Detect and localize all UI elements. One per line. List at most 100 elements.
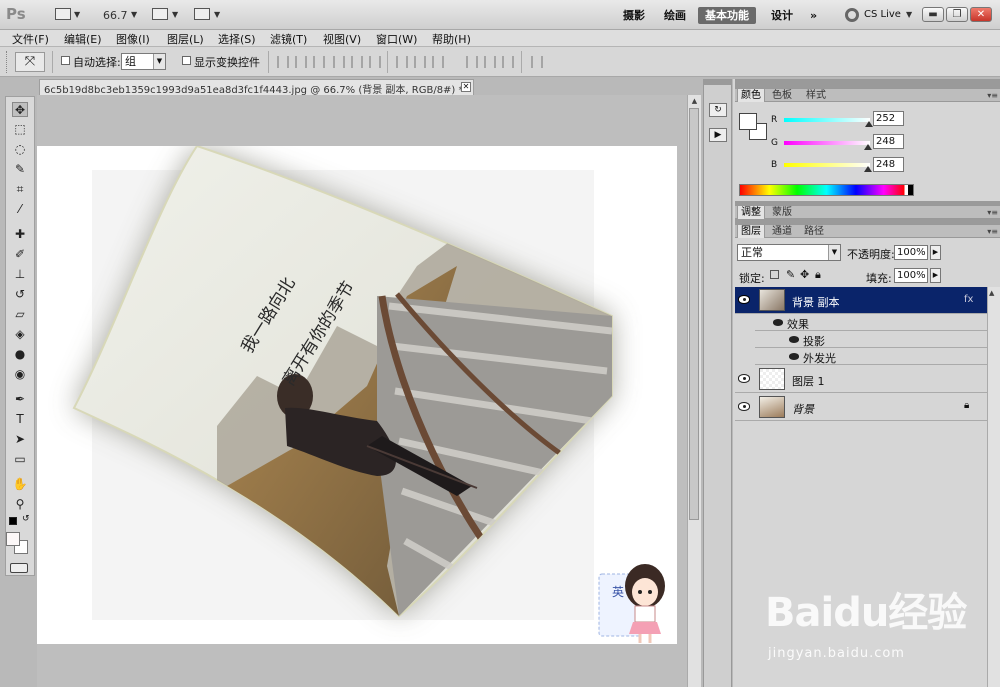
marquee-tool-icon[interactable]: ⬚ bbox=[12, 122, 28, 137]
document-canvas[interactable]: 我一路向北 离开有你的季节 英 bbox=[37, 144, 677, 644]
color-panel-foreground-swatch[interactable] bbox=[739, 113, 757, 130]
tab-channels[interactable]: 通道 bbox=[769, 225, 795, 238]
move-tool-preset-icon[interactable]: ⤧ bbox=[15, 52, 45, 72]
path-selection-tool-icon[interactable]: ➤ bbox=[12, 432, 28, 447]
align-vertical-center-icon[interactable] bbox=[295, 56, 307, 68]
lock-all-icon[interactable]: 🔒︎ bbox=[815, 268, 821, 282]
move-tool-icon[interactable]: ✥ bbox=[12, 102, 28, 117]
foreground-color-swatch[interactable] bbox=[6, 532, 20, 546]
scroll-up-arrow[interactable]: ▲ bbox=[989, 289, 994, 297]
chevron-down-icon[interactable]: ▼ bbox=[906, 10, 912, 19]
red-slider[interactable] bbox=[784, 118, 870, 122]
chevron-down-icon[interactable]: ▼ bbox=[74, 10, 80, 19]
shape-tool-icon[interactable]: ▭ bbox=[12, 452, 28, 467]
zoom-level[interactable]: 66.7 bbox=[103, 9, 128, 22]
visibility-eye-icon[interactable] bbox=[789, 353, 799, 360]
distribute-vertical-center-icon[interactable] bbox=[414, 56, 426, 68]
lock-image-pixels-icon[interactable]: ✎ bbox=[786, 268, 795, 281]
show-transform-checkbox[interactable] bbox=[182, 56, 191, 65]
opacity-input[interactable]: 100% bbox=[894, 245, 928, 260]
align-left-icon[interactable] bbox=[333, 56, 345, 68]
document-tab[interactable]: 6c5b19d8bc3eb1359c1993d9a51ea8d3fc1f4443… bbox=[39, 79, 474, 96]
quick-selection-tool-icon[interactable]: ✎ bbox=[12, 162, 28, 177]
tab-layers[interactable]: 图层 bbox=[737, 225, 765, 238]
scroll-up-arrow[interactable]: ▲ bbox=[690, 97, 699, 105]
visibility-eye-icon[interactable] bbox=[738, 295, 750, 304]
tab-masks[interactable]: 蒙版 bbox=[769, 206, 795, 219]
panel-menu-icon[interactable]: ▾≡ bbox=[987, 91, 998, 100]
minimize-button[interactable]: ▬ bbox=[922, 7, 944, 22]
hand-tool-icon[interactable]: ✋ bbox=[12, 477, 28, 492]
scroll-thumb[interactable] bbox=[689, 108, 699, 520]
fill-input[interactable]: 100% bbox=[894, 268, 928, 283]
tab-adjustments[interactable]: 调整 bbox=[737, 206, 765, 219]
menu-select[interactable]: 选择(S) bbox=[218, 31, 256, 47]
green-slider[interactable] bbox=[784, 141, 870, 145]
effect-row-outer-glow[interactable]: 外发光 bbox=[755, 349, 987, 365]
close-icon[interactable]: ✕ bbox=[461, 82, 471, 92]
chevron-down-icon[interactable]: ▼ bbox=[131, 10, 137, 19]
workspace-painting[interactable]: 绘画 bbox=[657, 7, 693, 24]
options-grip[interactable] bbox=[6, 51, 9, 73]
menu-filter[interactable]: 滤镜(T) bbox=[270, 31, 307, 47]
distribute-horizontal-center-icon[interactable] bbox=[484, 56, 496, 68]
pen-tool-icon[interactable]: ✒ bbox=[12, 392, 28, 407]
cs-live-icon[interactable] bbox=[845, 8, 859, 22]
fill-slider-button[interactable]: ▶ bbox=[930, 268, 941, 283]
align-top-icon[interactable] bbox=[277, 56, 289, 68]
close-button[interactable]: ✕ bbox=[970, 7, 992, 22]
lasso-tool-icon[interactable]: ◌ bbox=[12, 142, 28, 157]
panel-menu-icon[interactable]: ▾≡ bbox=[987, 227, 998, 236]
crop-tool-icon[interactable]: ⌗ bbox=[12, 182, 28, 197]
paint-bucket-tool-icon[interactable]: ◈ bbox=[12, 327, 28, 342]
history-brush-tool-icon[interactable]: ↺ bbox=[12, 287, 28, 302]
distribute-left-icon[interactable] bbox=[466, 56, 478, 68]
clone-stamp-tool-icon[interactable]: ⊥ bbox=[12, 267, 28, 282]
blend-mode-dropdown[interactable]: 正常 ▼ bbox=[737, 244, 841, 261]
more-workspaces-button[interactable]: » bbox=[803, 7, 824, 24]
arrange-documents-icon[interactable] bbox=[152, 8, 168, 20]
workspace-essentials[interactable]: 基本功能 bbox=[698, 7, 756, 24]
screen-mode-icon[interactable] bbox=[194, 8, 210, 20]
brush-tool-icon[interactable]: ✐ bbox=[12, 247, 28, 262]
layer-row-background-copy[interactable]: 背景 副本 fx bbox=[735, 287, 987, 314]
dodge-tool-icon[interactable]: ◉ bbox=[12, 367, 28, 382]
green-slider-thumb[interactable] bbox=[863, 144, 872, 150]
effects-row[interactable]: 效果 bbox=[755, 315, 987, 331]
menu-file[interactable]: 文件(F) bbox=[12, 31, 49, 47]
red-slider-thumb[interactable] bbox=[864, 121, 873, 127]
tab-paths[interactable]: 路径 bbox=[801, 225, 827, 238]
distribute-bottom-icon[interactable] bbox=[432, 56, 444, 68]
swap-colors-icon[interactable]: ↺ bbox=[22, 514, 30, 524]
visibility-eye-icon[interactable] bbox=[773, 319, 783, 326]
workspace-design[interactable]: 设计 bbox=[764, 7, 800, 24]
workspace-photography[interactable]: 摄影 bbox=[616, 7, 652, 24]
menu-layer[interactable]: 图层(L) bbox=[167, 31, 204, 47]
cs-live-label[interactable]: CS Live bbox=[864, 9, 901, 20]
blue-value-input[interactable]: 248 bbox=[873, 157, 904, 172]
eraser-tool-icon[interactable]: ▱ bbox=[12, 307, 28, 322]
red-value-input[interactable]: 252 bbox=[873, 111, 904, 126]
align-horizontal-center-icon[interactable] bbox=[351, 56, 363, 68]
type-tool-icon[interactable]: T bbox=[12, 412, 28, 427]
tab-styles[interactable]: 样式 bbox=[803, 89, 829, 102]
dock-header[interactable] bbox=[703, 79, 732, 85]
effect-row-drop-shadow[interactable]: 投影 bbox=[755, 332, 987, 348]
panel-group-header[interactable] bbox=[735, 79, 1000, 88]
blue-slider-thumb[interactable] bbox=[863, 166, 872, 172]
visibility-eye-icon[interactable] bbox=[738, 402, 750, 411]
auto-align-layers-icon[interactable] bbox=[531, 56, 543, 68]
zoom-tool-icon[interactable]: ⚲ bbox=[12, 497, 28, 512]
distribute-right-icon[interactable] bbox=[502, 56, 514, 68]
align-bottom-icon[interactable] bbox=[313, 56, 325, 68]
history-panel-icon[interactable]: ↻ bbox=[709, 103, 727, 117]
visibility-eye-icon[interactable] bbox=[738, 374, 750, 383]
restore-button[interactable]: ❐ bbox=[946, 7, 968, 22]
blur-tool-icon[interactable]: ● bbox=[12, 347, 28, 362]
tab-color[interactable]: 颜色 bbox=[737, 89, 765, 102]
eyedropper-tool-icon[interactable]: ⁄ bbox=[12, 202, 28, 217]
menu-edit[interactable]: 编辑(E) bbox=[64, 31, 102, 47]
green-value-input[interactable]: 248 bbox=[873, 134, 904, 149]
actions-panel-icon[interactable]: ▶ bbox=[709, 128, 727, 142]
tab-swatches[interactable]: 色板 bbox=[769, 89, 795, 102]
